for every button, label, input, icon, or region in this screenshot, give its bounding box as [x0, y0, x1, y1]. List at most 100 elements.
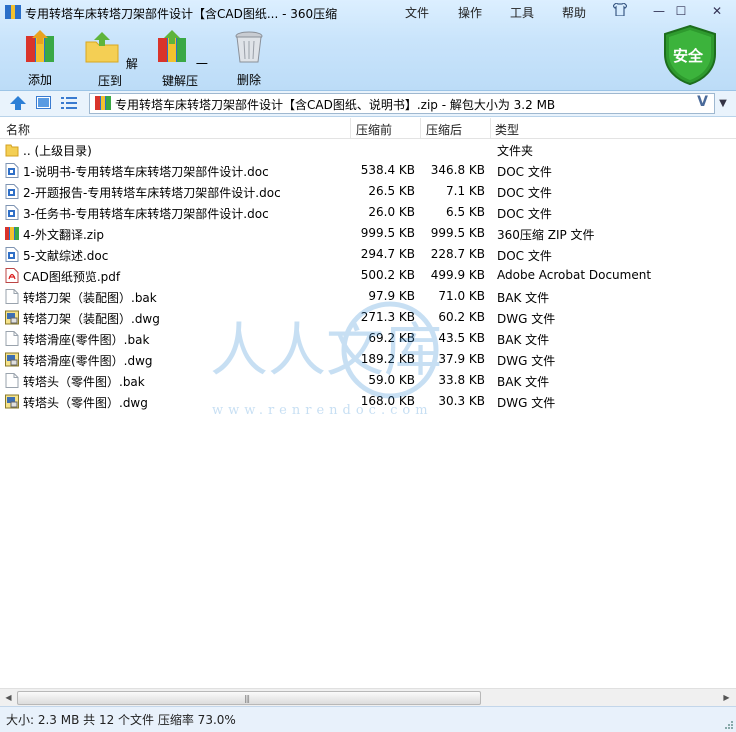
- file-type: DOC 文件: [497, 186, 552, 200]
- security-label: 安全: [673, 47, 704, 65]
- menu-operate[interactable]: 操作: [458, 4, 482, 21]
- file-row[interactable]: 1-说明书-专用转塔车床转塔刀架部件设计.doc 538.4 KB 346.8 KB…: [0, 160, 736, 181]
- one-click-extract-button[interactable]: 一键解压: [150, 30, 210, 89]
- file-name: 2-开题报告-专用转塔车床转塔刀架部件设计.doc: [23, 186, 281, 200]
- file-row[interactable]: 转塔头（零件图）.bak 59.0 KB 33.8 KB BAK 文件: [0, 370, 736, 391]
- file-row[interactable]: 3-任务书-专用转塔车床转塔刀架部件设计.doc 26.0 KB 6.5 KB DOC…: [0, 202, 736, 223]
- close-button[interactable]: ✕: [708, 3, 726, 19]
- menu-file[interactable]: 文件: [405, 4, 429, 21]
- file-packed-size: 228.7 KB: [430, 247, 485, 261]
- file-name: CAD图纸预览.pdf: [23, 270, 121, 284]
- column-divider[interactable]: [350, 118, 351, 138]
- address-v-mark: V: [697, 94, 708, 110]
- minimize-button[interactable]: —: [650, 3, 668, 19]
- column-type[interactable]: 类型: [495, 121, 519, 138]
- trash-icon: [235, 31, 263, 63]
- file-type: 360压缩 ZIP 文件: [497, 228, 595, 242]
- menu-tools[interactable]: 工具: [510, 4, 534, 21]
- scroll-thumb[interactable]: |||: [17, 691, 481, 705]
- window-title: 专用转塔车床转塔刀架部件设计【含CAD图纸... - 360压缩: [25, 7, 338, 21]
- one-click-extract-icon: [158, 30, 187, 62]
- scroll-grip: |||: [244, 694, 250, 703]
- doc-file-icon: [5, 163, 19, 178]
- address-path: 专用转塔车床转塔刀架部件设计【含CAD图纸、说明书】.zip - 解包大小为 3…: [115, 98, 556, 112]
- column-divider[interactable]: [420, 118, 421, 138]
- file-name: 转塔头（零件图）.dwg: [23, 396, 148, 410]
- blank-file-icon: [5, 373, 19, 388]
- file-packed-size: 499.9 KB: [430, 268, 485, 282]
- file-row[interactable]: 转塔头（零件图）.dwg 168.0 KB 30.3 KB DWG 文件: [0, 391, 736, 412]
- blank-file-icon: [5, 331, 19, 346]
- status-text: 大小: 2.3 MB 共 12 个文件 压缩率 73.0%: [6, 713, 236, 727]
- skin-icon[interactable]: [611, 2, 629, 19]
- file-row[interactable]: 转塔滑座(零件图）.dwg 189.2 KB 37.9 KB DWG 文件: [0, 349, 736, 370]
- file-type: BAK 文件: [497, 375, 550, 389]
- file-type: Adobe Acrobat Document: [497, 268, 652, 282]
- delete-button[interactable]: 删除: [226, 30, 272, 88]
- file-row[interactable]: 转塔刀架（装配图）.dwg 271.3 KB 60.2 KB DWG 文件: [0, 307, 736, 328]
- file-row[interactable]: 2-开题报告-专用转塔车床转塔刀架部件设计.doc 26.5 KB 7.1 KB DO…: [0, 181, 736, 202]
- address-field[interactable]: 专用转塔车床转塔刀架部件设计【含CAD图纸、说明书】.zip - 解包大小为 3…: [89, 93, 715, 114]
- file-row[interactable]: 转塔滑座(零件图）.bak 69.2 KB 43.5 KB BAK 文件: [0, 328, 736, 349]
- file-type: BAK 文件: [497, 291, 550, 305]
- menu-help[interactable]: 帮助: [562, 4, 586, 21]
- file-packed-size: 999.5 KB: [430, 226, 485, 240]
- extract-folder-icon: [85, 32, 119, 63]
- doc-file-icon: [5, 247, 19, 262]
- dwg-file-icon: [5, 352, 19, 367]
- file-row[interactable]: 转塔刀架（装配图）.bak 97.9 KB 71.0 KB BAK 文件: [0, 286, 736, 307]
- file-row[interactable]: CAD图纸预览.pdf 500.2 KB 499.9 KB Adobe Acrobat…: [0, 265, 736, 286]
- file-name: 转塔刀架（装配图）.dwg: [23, 312, 160, 326]
- column-divider[interactable]: [490, 118, 491, 138]
- list-view-icon[interactable]: [61, 96, 77, 110]
- up-arrow-icon[interactable]: [9, 95, 27, 111]
- scroll-right-arrow[interactable]: ▶: [720, 691, 733, 704]
- file-packed-size: 346.8 KB: [430, 163, 485, 177]
- file-row[interactable]: 5-文献综述.doc 294.7 KB 228.7 KB DOC 文件: [0, 244, 736, 265]
- security-badge[interactable]: 安全: [661, 24, 719, 86]
- scroll-left-arrow[interactable]: ◀: [2, 691, 15, 704]
- address-dropdown-button[interactable]: ▼: [713, 93, 733, 114]
- file-packed-size: 43.5 KB: [438, 331, 485, 345]
- file-name: 转塔滑座(零件图）.dwg: [23, 354, 153, 368]
- column-size[interactable]: 压缩前: [356, 121, 392, 138]
- blank-file-icon: [5, 289, 19, 304]
- file-name: 转塔头（零件图）.bak: [23, 375, 145, 389]
- doc-file-icon: [5, 184, 19, 199]
- extract-to-button[interactable]: 解压到: [82, 30, 138, 89]
- app-icon: [5, 5, 21, 19]
- file-name: 转塔滑座(零件图）.bak: [23, 333, 150, 347]
- horizontal-scrollbar[interactable]: ◀ ||| ▶: [0, 688, 736, 706]
- file-type: DWG 文件: [497, 312, 556, 326]
- zip-archive-icon: [95, 96, 111, 110]
- file-name: 1-说明书-专用转塔车床转塔刀架部件设计.doc: [23, 165, 269, 179]
- file-name: 5-文献综述.doc: [23, 249, 109, 263]
- file-list: .. (上级目录) 文件夹 1-说明书-专用转塔车床转塔刀架部件设计.doc 538.…: [0, 139, 736, 412]
- detail-view-icon[interactable]: [36, 96, 51, 109]
- file-type: DOC 文件: [497, 207, 552, 221]
- file-type: DOC 文件: [497, 165, 552, 179]
- column-packed[interactable]: 压缩后: [426, 121, 462, 138]
- file-row[interactable]: 4-外文翻译.zip 999.5 KB 999.5 KB 360压缩 ZIP 文件: [0, 223, 736, 244]
- file-packed-size: 7.1 KB: [446, 184, 485, 198]
- archive-window: 专用转塔车床转塔刀架部件设计【含CAD图纸... - 360压缩 文件 操作 工…: [0, 0, 736, 732]
- zip-file-icon: [5, 226, 19, 241]
- file-type: DWG 文件: [497, 354, 556, 368]
- add-archive-icon: [26, 30, 54, 62]
- file-name: .. (上级目录): [23, 144, 92, 158]
- maximize-button[interactable]: ☐: [672, 3, 690, 19]
- file-packed-size: 30.3 KB: [438, 394, 485, 408]
- add-button[interactable]: 添加: [18, 30, 62, 88]
- file-type: DOC 文件: [497, 249, 552, 263]
- file-name: 3-任务书-专用转塔车床转塔刀架部件设计.doc: [23, 207, 269, 221]
- file-type: DWG 文件: [497, 396, 556, 410]
- file-row[interactable]: .. (上级目录) 文件夹: [0, 139, 736, 160]
- column-header: 名称 压缩前 压缩后 类型: [0, 118, 736, 139]
- file-packed-size: 6.5 KB: [446, 205, 485, 219]
- dwg-file-icon: [5, 394, 19, 409]
- folder-up-icon: [5, 142, 19, 157]
- status-bar: 大小: 2.3 MB 共 12 个文件 压缩率 73.0%: [0, 706, 736, 732]
- column-name[interactable]: 名称: [6, 121, 30, 138]
- file-packed-size: 33.8 KB: [438, 373, 485, 387]
- resize-grip-icon[interactable]: [724, 720, 734, 730]
